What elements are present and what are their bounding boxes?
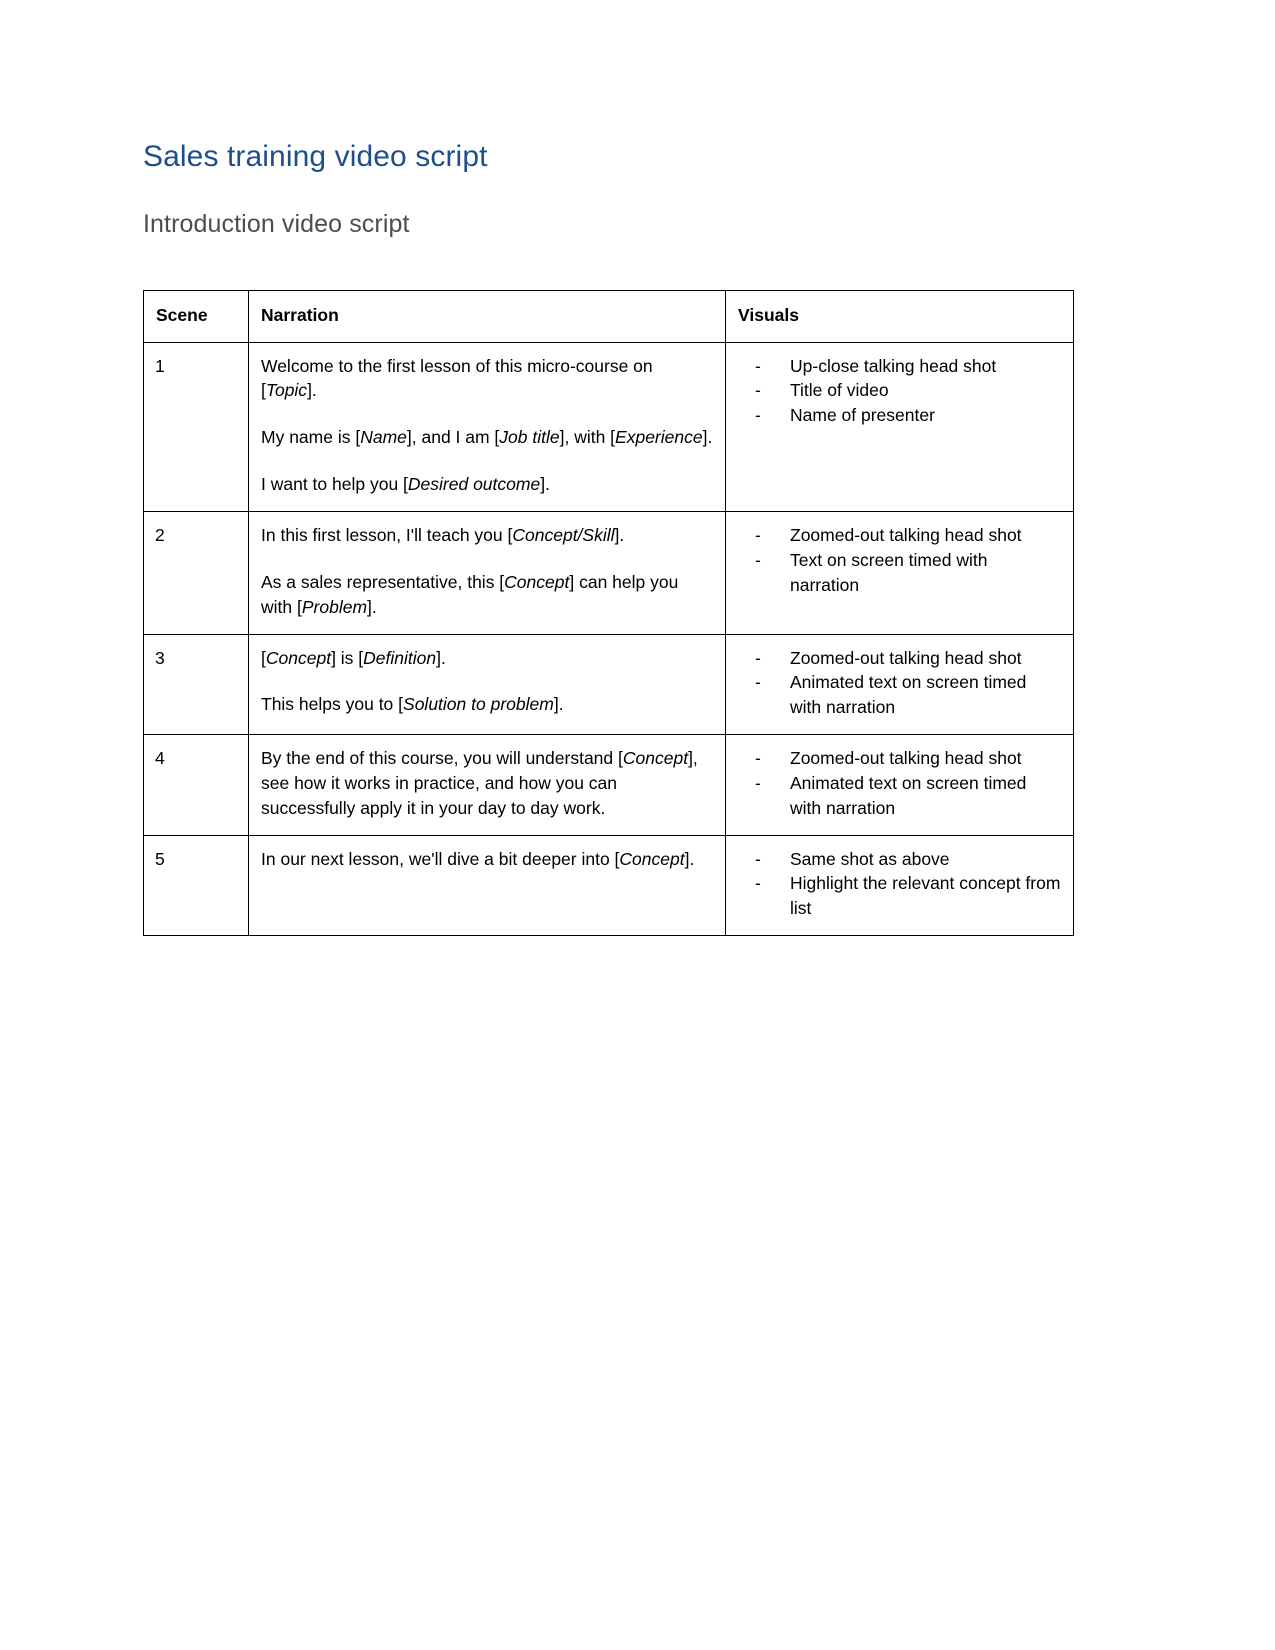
visuals-list: Zoomed-out talking head shotAnimated tex… — [738, 646, 1061, 721]
visuals-list-item: Animated text on screen timed with narra… — [738, 771, 1061, 821]
placeholder-token: Problem — [301, 596, 368, 617]
narration-paragraph: My name is [Name], and I am [Job title],… — [261, 425, 713, 450]
table-body: 1 Welcome to the first lesson of this mic… — [143, 341, 1074, 937]
narration-text: ]. — [540, 474, 550, 495]
scene-number-cell: 4 — [143, 734, 249, 836]
placeholder-token: Topic — [265, 380, 308, 401]
narration-cell: Welcome to the first lesson of this micr… — [248, 341, 726, 512]
table-header-row: Scene Narration Visuals — [143, 289, 1074, 343]
narration-cell: In this first lesson, I'll teach you [Co… — [248, 510, 726, 635]
visuals-list: Up-close talking head shotTitle of video… — [738, 354, 1061, 429]
narration-paragraph: In our next lesson, we'll dive a bit dee… — [261, 847, 713, 872]
narration-text: ]. — [553, 694, 564, 715]
placeholder-token: Concept — [619, 848, 685, 869]
narration-text: ]. — [367, 596, 377, 617]
narration-text: ]. — [614, 524, 625, 545]
visuals-cell: Up-close talking head shotTitle of video… — [725, 341, 1074, 512]
video-script-table: Scene Narration Visuals 1 Welcome to the … — [143, 289, 1074, 937]
narration-paragraph: [Concept] is [Definition]. — [261, 646, 713, 671]
visuals-cell: Zoomed-out talking head shotAnimated tex… — [725, 633, 1074, 736]
visuals-list: Same shot as aboveHighlight the relevant… — [738, 847, 1061, 922]
placeholder-token: Name — [360, 427, 407, 448]
narration-text: Welcome to the first lesson of this micr… — [261, 355, 653, 401]
visuals-list-item: Highlight the relevant concept from list — [738, 871, 1061, 921]
visuals-cell: Zoomed-out talking head shotAnimated tex… — [725, 734, 1074, 836]
narration-cell: In our next lesson, we'll dive a bit dee… — [248, 834, 726, 937]
narration-paragraph: By the end of this course, you will unde… — [261, 746, 713, 821]
document-page: Sales training video script Introduction… — [0, 0, 1275, 1650]
narration-cell: By the end of this course, you will unde… — [248, 734, 726, 836]
table-row: 1 Welcome to the first lesson of this mic… — [143, 341, 1074, 512]
narration-paragraph: This helps you to [Solution to problem]. — [261, 692, 713, 717]
section-heading: Introduction video script — [143, 209, 410, 238]
placeholder-token: Concept/Skill — [512, 524, 615, 545]
page-title: Sales training video script — [143, 140, 488, 173]
narration-paragraph: In this first lesson, I'll teach you [Co… — [261, 523, 713, 548]
visuals-list-item: Same shot as above — [738, 847, 1061, 872]
visuals-list: Zoomed-out talking head shotAnimated tex… — [738, 746, 1061, 821]
narration-text: As a sales representative, this [ — [261, 571, 505, 592]
placeholder-token: Desired outcome — [407, 474, 541, 495]
column-header-visuals: Visuals — [725, 289, 1074, 343]
column-header-scene: Scene — [143, 289, 249, 343]
placeholder-token: Job title — [499, 427, 560, 448]
placeholder-token: Concept — [622, 748, 689, 769]
visuals-list-item: Animated text on screen timed with narra… — [738, 670, 1061, 720]
table-row: 5 In our next lesson, we'll dive a bit de… — [143, 834, 1074, 937]
placeholder-token: Solution to problem — [403, 694, 554, 715]
narration-text: My name is [ — [261, 427, 361, 448]
visuals-cell: Same shot as aboveHighlight the relevant… — [725, 834, 1074, 937]
table-row: 3 [Concept] is [Definition]. This helps yo… — [143, 633, 1074, 736]
narration-text: ]. — [307, 380, 317, 401]
narration-text: ] is [ — [331, 647, 364, 668]
narration-text: ]. — [684, 848, 695, 869]
visuals-list-item: Name of presenter — [738, 403, 1061, 428]
scene-number-cell: 5 — [143, 834, 249, 937]
narration-paragraph: I want to help you [Desired outcome]. — [261, 472, 713, 497]
narration-text: ]. — [436, 647, 446, 668]
document-content: Sales training video script Introduction… — [143, 0, 1074, 937]
narration-paragraph: As a sales representative, this [Concept… — [261, 570, 713, 620]
scene-number-cell: 3 — [143, 633, 249, 736]
visuals-list-item: Text on screen timed with narration — [738, 548, 1061, 598]
scene-number-cell: 1 — [143, 341, 249, 512]
visuals-list-item: Zoomed-out talking head shot — [738, 746, 1061, 771]
visuals-list-item: Zoomed-out talking head shot — [738, 523, 1061, 548]
narration-paragraph: Welcome to the first lesson of this micr… — [261, 354, 713, 404]
table-row: 4 By the end of this course, you will und… — [143, 734, 1074, 836]
narration-text: ]. — [702, 427, 713, 448]
visuals-list-item: Title of video — [738, 378, 1061, 403]
placeholder-token: Concept — [265, 647, 332, 668]
placeholder-token: Definition — [363, 647, 437, 668]
placeholder-token: Experience — [615, 427, 703, 448]
narration-text: This helps you to [ — [261, 694, 404, 715]
table-row: 2 In this first lesson, I'll teach you [C… — [143, 510, 1074, 635]
table-header: Scene Narration Visuals — [143, 289, 1074, 343]
narration-text: In our next lesson, we'll dive a bit dee… — [261, 848, 620, 869]
placeholder-token: Concept — [504, 571, 570, 592]
narration-text: ], with [ — [559, 427, 616, 448]
narration-text: ], and I am [ — [406, 427, 500, 448]
narration-text: I want to help you [ — [261, 474, 408, 495]
column-header-narration: Narration — [248, 289, 726, 343]
visuals-list-item: Zoomed-out talking head shot — [738, 646, 1061, 671]
visuals-list-item: Up-close talking head shot — [738, 354, 1061, 379]
narration-cell: [Concept] is [Definition]. This helps you… — [248, 633, 726, 736]
scene-number-cell: 2 — [143, 510, 249, 635]
visuals-list: Zoomed-out talking head shotText on scre… — [738, 523, 1061, 598]
narration-text: In this first lesson, I'll teach you [ — [261, 524, 513, 545]
visuals-cell: Zoomed-out talking head shotText on scre… — [725, 510, 1074, 635]
narration-text: By the end of this course, you will unde… — [261, 748, 623, 769]
